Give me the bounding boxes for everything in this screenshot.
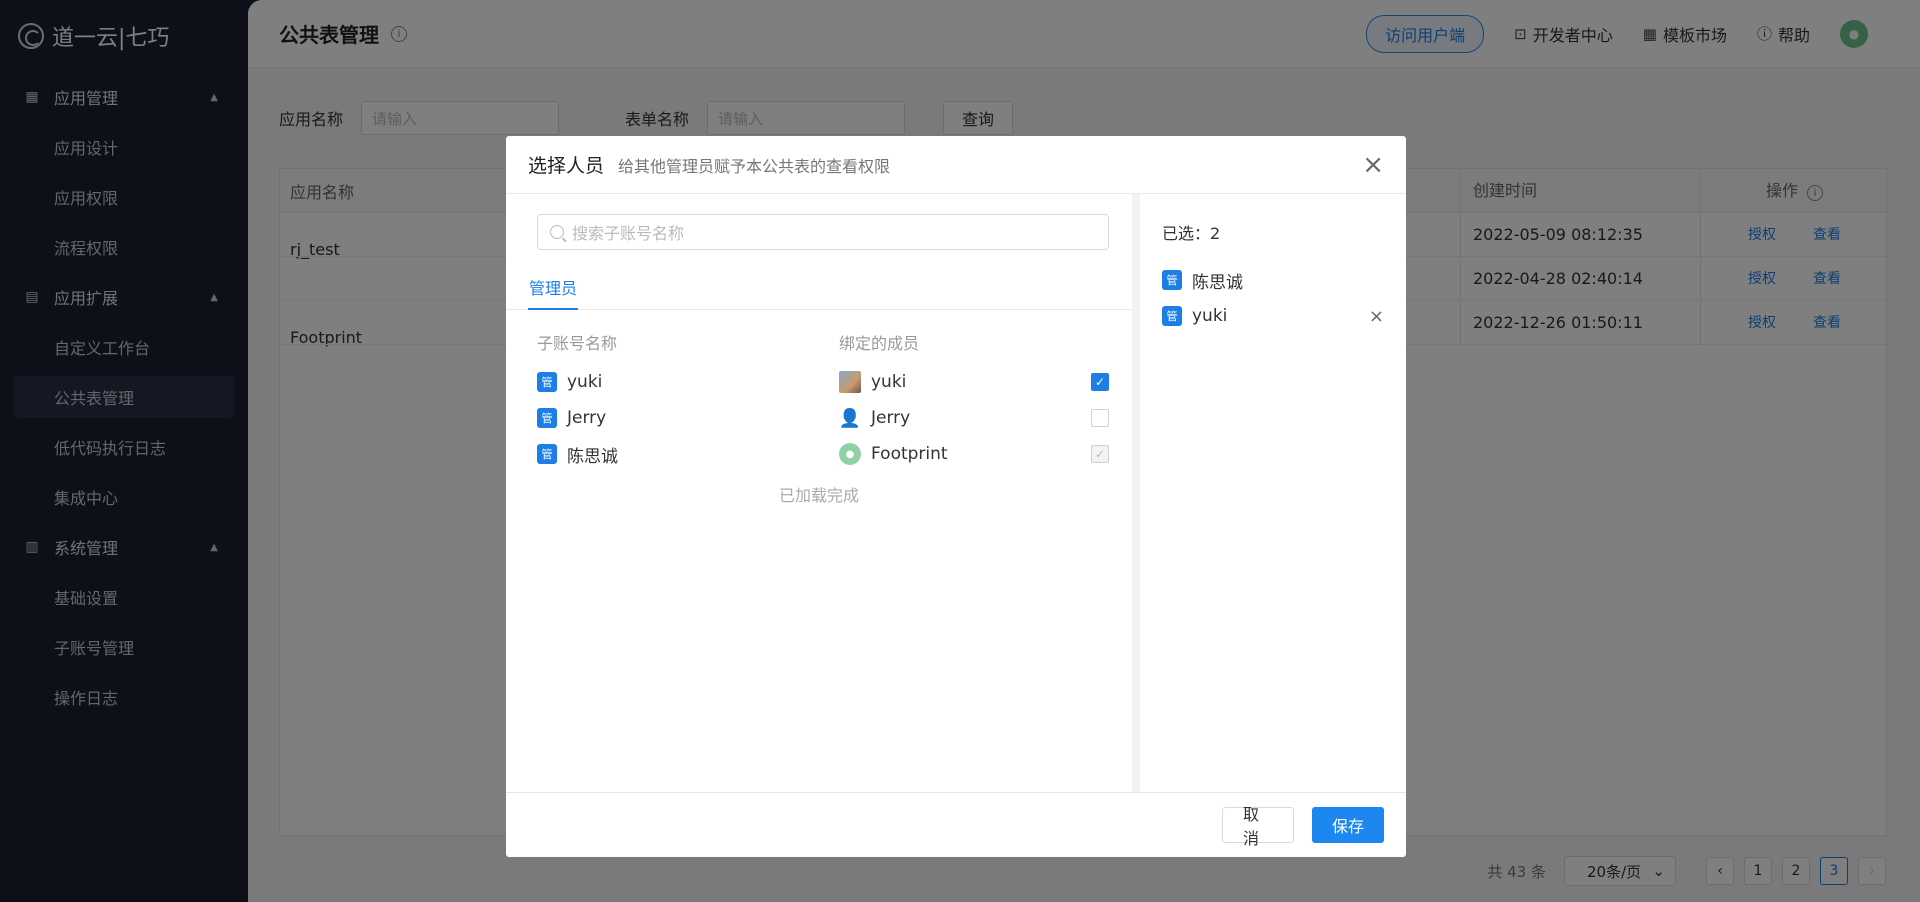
- col-member: 绑定的成员: [839, 334, 920, 353]
- bound-member: 👤 Jerry: [838, 407, 911, 429]
- account-list: 管 yuki yuki ✓ 管 Jerry 👤 Jerry 管 陈思诚 ● Fo…: [537, 364, 1109, 472]
- dialog-body: 搜索子账号名称 管理员 子账号名称 绑定的成员 管 yuki yuki ✓ 管 …: [506, 194, 1406, 792]
- cancel-button[interactable]: 取消: [1222, 805, 1294, 848]
- row-checkbox[interactable]: ✓: [1091, 373, 1109, 391]
- select-person-dialog: 选择人员 给其他管理员赋予本公共表的查看权限 × 搜索子账号名称 管理员 子账号…: [506, 136, 1406, 857]
- tab-admin[interactable]: 管理员: [528, 274, 579, 310]
- remove-icon[interactable]: ×: [1369, 306, 1384, 327]
- account-name: Jerry: [567, 408, 607, 428]
- search-icon: [550, 225, 564, 239]
- admin-badge-icon: 管: [1162, 306, 1182, 326]
- dialog-title: 选择人员: [528, 155, 605, 177]
- dialog-footer: 取消 保存: [506, 792, 1406, 857]
- row-checkbox-disabled: ✓: [1091, 445, 1109, 463]
- selected-count: 已选：2: [1162, 224, 1221, 243]
- bound-member: ● Footprint: [839, 443, 948, 465]
- bound-member: yuki: [839, 371, 906, 393]
- candidate-panel: 搜索子账号名称 管理员 子账号名称 绑定的成员 管 yuki yuki ✓ 管 …: [506, 194, 1132, 792]
- list-item[interactable]: 管 yuki yuki ✓: [537, 364, 1109, 400]
- dialog-subtitle: 给其他管理员赋予本公共表的查看权限: [618, 156, 891, 176]
- admin-badge-icon: 管: [537, 444, 557, 464]
- selected-panel: 已选：2 管 陈思诚 管 yuki ×: [1140, 194, 1406, 792]
- account-name: 陈思诚: [567, 446, 618, 467]
- selected-name: 陈思诚: [1192, 272, 1243, 293]
- selected-item: 管 yuki ×: [1162, 298, 1384, 334]
- photo-avatar-icon: [839, 371, 861, 393]
- row-checkbox[interactable]: [1091, 409, 1109, 427]
- pig-avatar-icon: ●: [839, 443, 861, 465]
- save-button[interactable]: 保存: [1312, 807, 1384, 843]
- search-placeholder: 搜索子账号名称: [572, 224, 685, 243]
- list-item[interactable]: 管 陈思诚 ● Footprint ✓: [537, 436, 1109, 472]
- selected-item: 管 陈思诚: [1162, 262, 1384, 298]
- panel-divider: [1132, 194, 1140, 792]
- account-name: yuki: [567, 372, 603, 392]
- selected-name: yuki: [1192, 306, 1228, 326]
- dialog-header: 选择人员 给其他管理员赋予本公共表的查看权限 ×: [506, 136, 1406, 194]
- admin-badge-icon: 管: [537, 408, 557, 428]
- person-icon: 👤: [838, 407, 862, 429]
- close-icon[interactable]: ×: [1362, 152, 1384, 178]
- tab-bar: 管理员: [506, 274, 1132, 310]
- search-input[interactable]: 搜索子账号名称: [537, 214, 1109, 250]
- loaded-status: 已加载完成: [778, 486, 859, 505]
- col-account: 子账号名称: [537, 334, 618, 353]
- admin-badge-icon: 管: [537, 372, 557, 392]
- admin-badge-icon: 管: [1162, 270, 1182, 290]
- list-item[interactable]: 管 Jerry 👤 Jerry: [537, 400, 1109, 436]
